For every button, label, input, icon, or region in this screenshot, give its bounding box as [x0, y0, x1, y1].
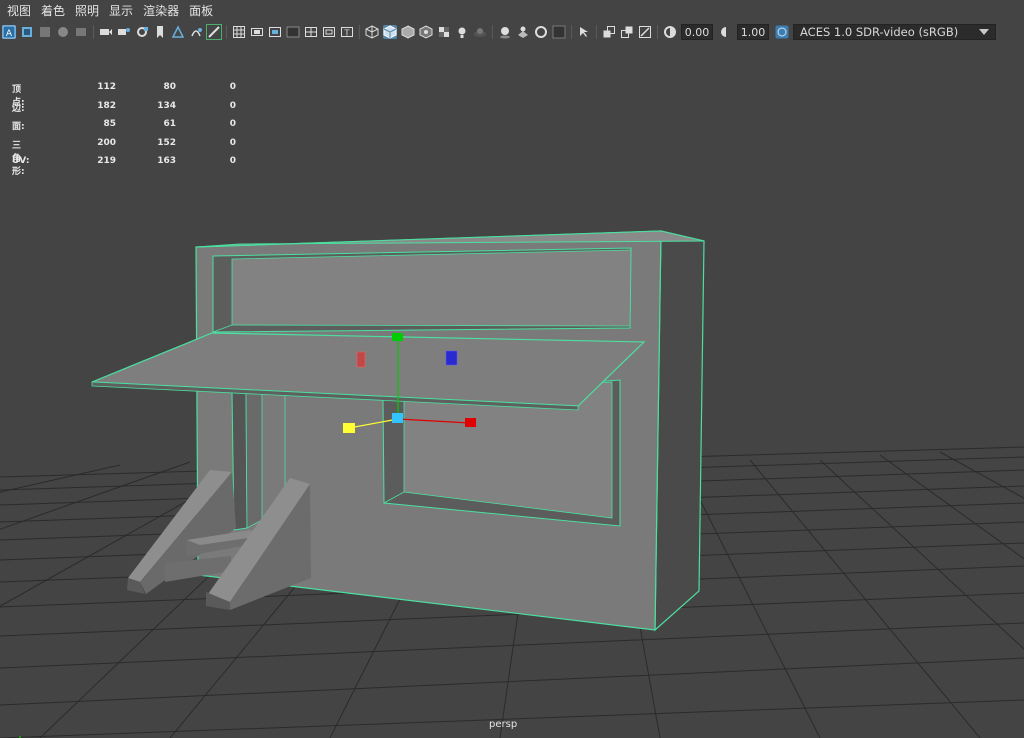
gate-mask-icon[interactable]	[153, 25, 167, 39]
wireframe-icon[interactable]	[365, 25, 379, 39]
gamma-icon[interactable]	[719, 25, 733, 39]
menu-show[interactable]: 显示	[106, 0, 140, 22]
stairs-mesh[interactable]	[127, 470, 311, 610]
svg-text:T: T	[344, 29, 350, 38]
building-mesh[interactable]	[91, 230, 705, 632]
smooth-shade-icon[interactable]	[383, 25, 397, 39]
xy-plane-handle[interactable]	[445, 350, 458, 366]
hud-value: 85	[103, 119, 116, 129]
film-strip-icon[interactable]	[250, 25, 264, 39]
menu-bar: 视图 着色 照明 显示 渲染器 面板	[0, 0, 1024, 22]
hud-value: 0	[229, 100, 236, 111]
xray-joints-icon[interactable]	[638, 25, 652, 39]
menu-panels[interactable]: 面板	[186, 0, 220, 22]
mask-icon[interactable]	[286, 25, 300, 39]
hud-value: 80	[163, 82, 176, 92]
toolbar-separator	[226, 25, 227, 39]
center-handle[interactable]	[392, 413, 403, 423]
grid-line	[679, 459, 821, 738]
view-axis-icon	[19, 736, 21, 738]
checker-icon[interactable]	[437, 25, 451, 39]
gate-icon[interactable]	[74, 25, 88, 39]
yz-plane-handle[interactable]	[356, 351, 366, 368]
xray-active-icon[interactable]	[620, 25, 634, 39]
anti-aliasing-icon[interactable]	[534, 25, 548, 39]
shadows-icon[interactable]	[473, 25, 487, 39]
toolbar-separator	[492, 25, 493, 39]
toolbar-separator	[657, 25, 658, 39]
field-chart-icon[interactable]	[171, 25, 185, 39]
grid-line	[819, 459, 1024, 650]
gamma-field[interactable]	[737, 24, 769, 40]
motion-blur-icon[interactable]	[516, 25, 530, 39]
resolution-gate-icon[interactable]	[135, 25, 149, 39]
hud-value: 112	[97, 82, 116, 92]
image-plane-icon[interactable]	[56, 25, 70, 39]
default-material-icon[interactable]	[401, 25, 415, 39]
toolbar-separator	[359, 25, 360, 39]
menu-shading[interactable]: 着色	[38, 0, 72, 22]
field-chart-grid-icon[interactable]	[304, 25, 318, 39]
menu-lighting[interactable]: 照明	[72, 0, 106, 22]
hud-value: 163	[157, 156, 176, 166]
select-camera-icon[interactable]: A	[2, 25, 16, 39]
hud-label: 面:	[12, 122, 25, 132]
hud-value: 219	[97, 156, 116, 166]
x-axis-handle[interactable]	[465, 418, 476, 427]
safe-title-icon[interactable]	[322, 25, 336, 39]
isolate-select-icon[interactable]	[577, 25, 591, 39]
hud-label: 边:	[12, 103, 25, 114]
hud-label: UV:	[12, 156, 30, 166]
z-axis-handle[interactable]	[343, 423, 355, 433]
hud-value: 0	[229, 137, 236, 148]
svg-text:A: A	[6, 29, 13, 39]
hud-value: 152	[157, 137, 176, 148]
hud-value: 0	[229, 156, 236, 166]
toolbar-separator	[596, 25, 597, 39]
film-gate-icon[interactable]	[117, 25, 131, 39]
view-transform-icon[interactable]	[775, 25, 789, 39]
hud-value: 61	[163, 119, 176, 129]
grid-line	[939, 451, 1024, 499]
3d-viewport[interactable]: 顶点: 112 80 0 边: 182 134 0 面: 85 61 0 三角形: 200 152 0 UV: 2…	[0, 42, 1024, 738]
grid-icon[interactable]	[232, 25, 246, 39]
text-overlay-icon[interactable]: T	[340, 25, 354, 39]
grid-line	[0, 464, 121, 493]
color-space-dropdown[interactable]: ACES 1.0 SDR-video (sRGB)	[793, 24, 996, 40]
camera-attributes-icon[interactable]	[99, 25, 113, 39]
color-space-value: ACES 1.0 SDR-video (sRGB)	[800, 25, 959, 39]
exposure-icon[interactable]	[663, 25, 677, 39]
depth-of-field-icon[interactable]	[552, 25, 566, 39]
lock-camera-icon[interactable]	[20, 25, 34, 39]
safe-action-icon[interactable]	[189, 25, 203, 39]
use-all-lights-icon[interactable]	[455, 25, 469, 39]
y-axis-handle[interactable]	[392, 333, 403, 341]
hud-value: 0	[229, 82, 236, 92]
panel-toolbar: A T 0.00 1.00 ACES 1.0 SDR-video (sRGB)	[0, 22, 1024, 42]
screen-space-ao-icon[interactable]	[498, 25, 512, 39]
exposure-field[interactable]	[681, 24, 713, 40]
toolbar-separator	[93, 25, 94, 39]
resolution-icon[interactable]	[268, 25, 282, 39]
hud-value: 134	[157, 100, 176, 111]
textured-icon[interactable]	[419, 25, 433, 39]
menu-renderer[interactable]: 渲染器	[140, 0, 186, 22]
menu-view[interactable]: 视图	[4, 0, 38, 22]
toolbar-separator	[571, 25, 572, 39]
xray-icon[interactable]	[602, 25, 616, 39]
hud-value: 200	[97, 137, 116, 148]
camera-name-label: persp	[489, 719, 518, 730]
bookmarks-icon[interactable]	[38, 25, 52, 39]
grease-pencil-icon[interactable]	[206, 24, 222, 40]
hud-value: 0	[229, 119, 236, 129]
chevron-down-icon	[979, 29, 989, 35]
grid-line	[0, 657, 1024, 706]
hud-value: 182	[97, 100, 116, 111]
